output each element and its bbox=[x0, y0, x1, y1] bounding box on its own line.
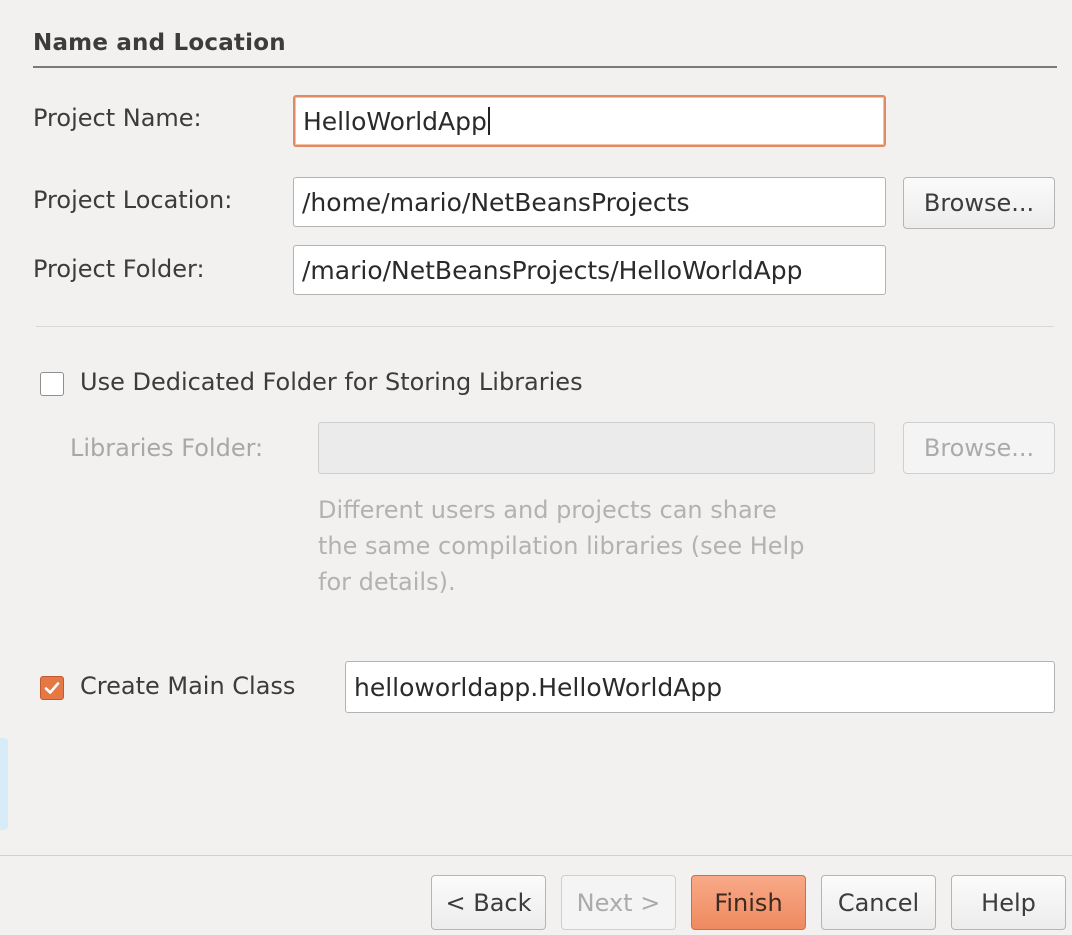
text-caret bbox=[487, 107, 490, 135]
section-divider bbox=[33, 66, 1057, 68]
divider bbox=[36, 326, 1054, 327]
side-accent bbox=[0, 738, 8, 830]
back-button[interactable]: < Back bbox=[431, 875, 546, 930]
project-location-value: /home/mario/NetBeansProjects bbox=[302, 187, 690, 217]
project-location-input[interactable]: /home/mario/NetBeansProjects bbox=[293, 177, 886, 227]
hint-line: for details). bbox=[318, 568, 456, 596]
finish-button[interactable]: Finish bbox=[691, 875, 806, 930]
project-folder-value: /mario/NetBeansProjects/HelloWorldApp bbox=[302, 255, 803, 285]
cancel-button[interactable]: Cancel bbox=[821, 875, 936, 930]
create-main-class-label: Create Main Class bbox=[80, 672, 296, 700]
project-folder-label: Project Folder: bbox=[33, 255, 205, 283]
section-title: Name and Location bbox=[33, 30, 286, 56]
create-main-class-checkbox[interactable] bbox=[40, 676, 64, 700]
project-name-label: Project Name: bbox=[33, 104, 202, 132]
main-class-value: helloworldapp.HelloWorldApp bbox=[354, 672, 723, 702]
project-name-value: HelloWorldApp bbox=[303, 106, 487, 136]
libraries-folder-input[interactable] bbox=[318, 422, 875, 474]
project-location-browse-button[interactable]: Browse... bbox=[903, 177, 1055, 229]
project-name-input[interactable]: HelloWorldApp bbox=[293, 95, 886, 147]
dedicated-libraries-label: Use Dedicated Folder for Storing Librari… bbox=[80, 368, 583, 396]
hint-line: Different users and projects can share bbox=[318, 496, 777, 524]
libraries-browse-button[interactable]: Browse... bbox=[903, 422, 1055, 474]
libraries-hint: Different users and projects can share t… bbox=[318, 492, 804, 600]
help-button[interactable]: Help bbox=[951, 875, 1066, 930]
checkmark-icon bbox=[44, 682, 60, 694]
main-class-input[interactable]: helloworldapp.HelloWorldApp bbox=[345, 661, 1055, 713]
footer-divider bbox=[0, 855, 1072, 856]
dedicated-libraries-checkbox[interactable] bbox=[40, 372, 64, 396]
libraries-folder-label: Libraries Folder: bbox=[70, 434, 264, 462]
project-location-label: Project Location: bbox=[33, 186, 233, 214]
project-folder-field[interactable]: /mario/NetBeansProjects/HelloWorldApp bbox=[293, 245, 886, 295]
hint-line: the same compilation libraries (see Help bbox=[318, 532, 805, 560]
next-button[interactable]: Next > bbox=[561, 875, 676, 930]
